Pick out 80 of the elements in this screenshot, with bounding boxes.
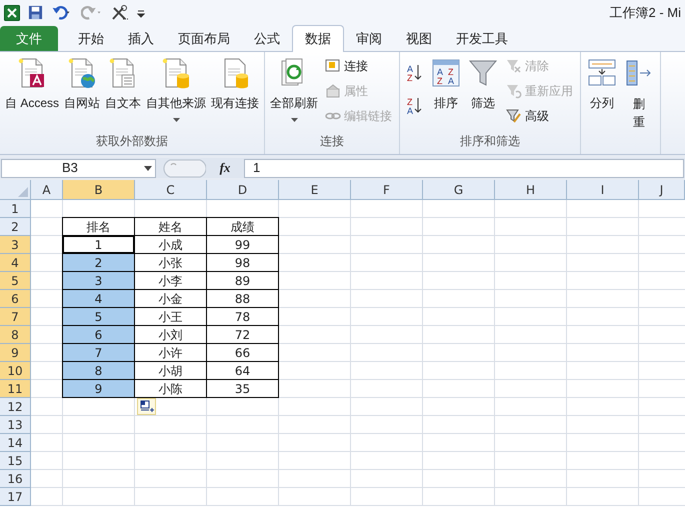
- ribbon-tab[interactable]: 插入: [116, 26, 166, 51]
- row-header[interactable]: 16: [0, 470, 31, 488]
- name-box[interactable]: B3: [1, 158, 156, 178]
- excel-logo-icon[interactable]: [4, 4, 20, 20]
- column-header[interactable]: E: [279, 180, 351, 200]
- connection-icon[interactable]: [325, 58, 342, 74]
- advanced-filter-icon[interactable]: [506, 108, 522, 124]
- auto-fill-options-icon[interactable]: [137, 398, 156, 415]
- ribbon-tab[interactable]: 审阅: [344, 26, 394, 51]
- ribbon-tab[interactable]: 开始: [66, 26, 116, 51]
- ribbon-button[interactable]: 高级: [506, 105, 574, 127]
- dropdown-arrow-icon[interactable]: [172, 118, 180, 122]
- ribbon-button[interactable]: 删重: [621, 55, 658, 131]
- ribbon-button[interactable]: 连接: [325, 55, 392, 77]
- sort-grid-icon[interactable]: A Z Z A: [430, 57, 462, 89]
- row-header[interactable]: 4: [0, 254, 31, 272]
- column-header[interactable]: F: [351, 180, 423, 200]
- column-header[interactable]: A: [31, 180, 63, 200]
- row-header[interactable]: 12: [0, 398, 31, 416]
- ribbon-button[interactable]: A Z Z A 排序: [428, 55, 464, 112]
- table-cell[interactable]: 4: [62, 289, 135, 308]
- redo-icon[interactable]: [81, 5, 103, 20]
- row-header[interactable]: 15: [0, 452, 31, 470]
- column-header[interactable]: H: [495, 180, 567, 200]
- ribbon-button[interactable]: 自 Access: [3, 55, 62, 112]
- ribbon-tab[interactable]: 视图: [394, 26, 444, 51]
- table-cell[interactable]: 35: [206, 379, 279, 398]
- row-header[interactable]: 2: [0, 218, 31, 236]
- table-cell[interactable]: 排名: [62, 217, 135, 236]
- ribbon-tab[interactable]: 数据: [292, 25, 344, 52]
- column-header[interactable]: D: [207, 180, 279, 200]
- table-cell[interactable]: 3: [62, 271, 135, 290]
- ribbon-tab[interactable]: 页面布局: [166, 26, 242, 51]
- group-label: 排序和筛选: [459, 133, 522, 150]
- row-header[interactable]: 9: [0, 344, 31, 362]
- row-header[interactable]: 17: [0, 488, 31, 506]
- ribbon-button[interactable]: 自网站: [62, 55, 102, 112]
- ribbon-button[interactable]: 自其他来源: [144, 55, 208, 122]
- row-header[interactable]: 6: [0, 290, 31, 308]
- row-header[interactable]: 7: [0, 308, 31, 326]
- ribbon-button[interactable]: 分列: [584, 55, 620, 112]
- table-cell[interactable]: 6: [62, 325, 135, 344]
- ribbon-button[interactable]: 自文本: [103, 55, 144, 112]
- column-header[interactable]: J: [639, 180, 685, 200]
- column-header[interactable]: I: [567, 180, 639, 200]
- ribbon-button[interactable]: 全部刷新: [268, 55, 320, 122]
- group-label: 连接: [319, 133, 346, 150]
- sort-descending-button[interactable]: Z A: [407, 96, 424, 115]
- ribbon-tab[interactable]: 公式: [242, 26, 292, 51]
- table-cell[interactable]: 9: [62, 379, 135, 398]
- sort-ascending-button[interactable]: A Z: [407, 63, 424, 82]
- insert-function-button[interactable]: fx: [210, 158, 240, 178]
- save-icon[interactable]: [28, 5, 43, 20]
- dropdown-arrow-icon[interactable]: [290, 118, 298, 122]
- row-header[interactable]: 10: [0, 362, 31, 380]
- formula-field[interactable]: 1: [253, 158, 260, 178]
- ribbon-tab[interactable]: 开发工具: [444, 26, 520, 51]
- row-header[interactable]: 5: [0, 272, 31, 290]
- tools-icon[interactable]: [111, 4, 129, 20]
- ribbon-button[interactable]: 现有连接: [209, 55, 262, 112]
- column-header[interactable]: B: [63, 180, 135, 200]
- column-header[interactable]: G: [423, 180, 495, 200]
- table-cell[interactable]: 7: [62, 343, 135, 362]
- table-cell[interactable]: 成绩: [206, 217, 279, 236]
- table-cell[interactable]: 1: [62, 235, 135, 254]
- row-header[interactable]: 1: [0, 200, 31, 218]
- row-header[interactable]: 3: [0, 236, 31, 254]
- row-header[interactable]: 11: [0, 380, 31, 398]
- column-header[interactable]: C: [135, 180, 207, 200]
- row-header[interactable]: 14: [0, 434, 31, 452]
- table-cell[interactable]: 姓名: [134, 217, 207, 236]
- table-cell[interactable]: 5: [62, 307, 135, 326]
- ribbon-tab[interactable]: 文件: [0, 26, 58, 51]
- group-label: 获取外部数据: [95, 133, 169, 150]
- dropdown-arrow-icon[interactable]: [144, 166, 152, 170]
- ribbon-button[interactable]: 筛选: [465, 55, 502, 112]
- row-header[interactable]: 8: [0, 326, 31, 344]
- row-header[interactable]: 13: [0, 416, 31, 434]
- window-title: 工作簿2 - Mi: [610, 4, 681, 22]
- table-cell[interactable]: 8: [62, 361, 135, 380]
